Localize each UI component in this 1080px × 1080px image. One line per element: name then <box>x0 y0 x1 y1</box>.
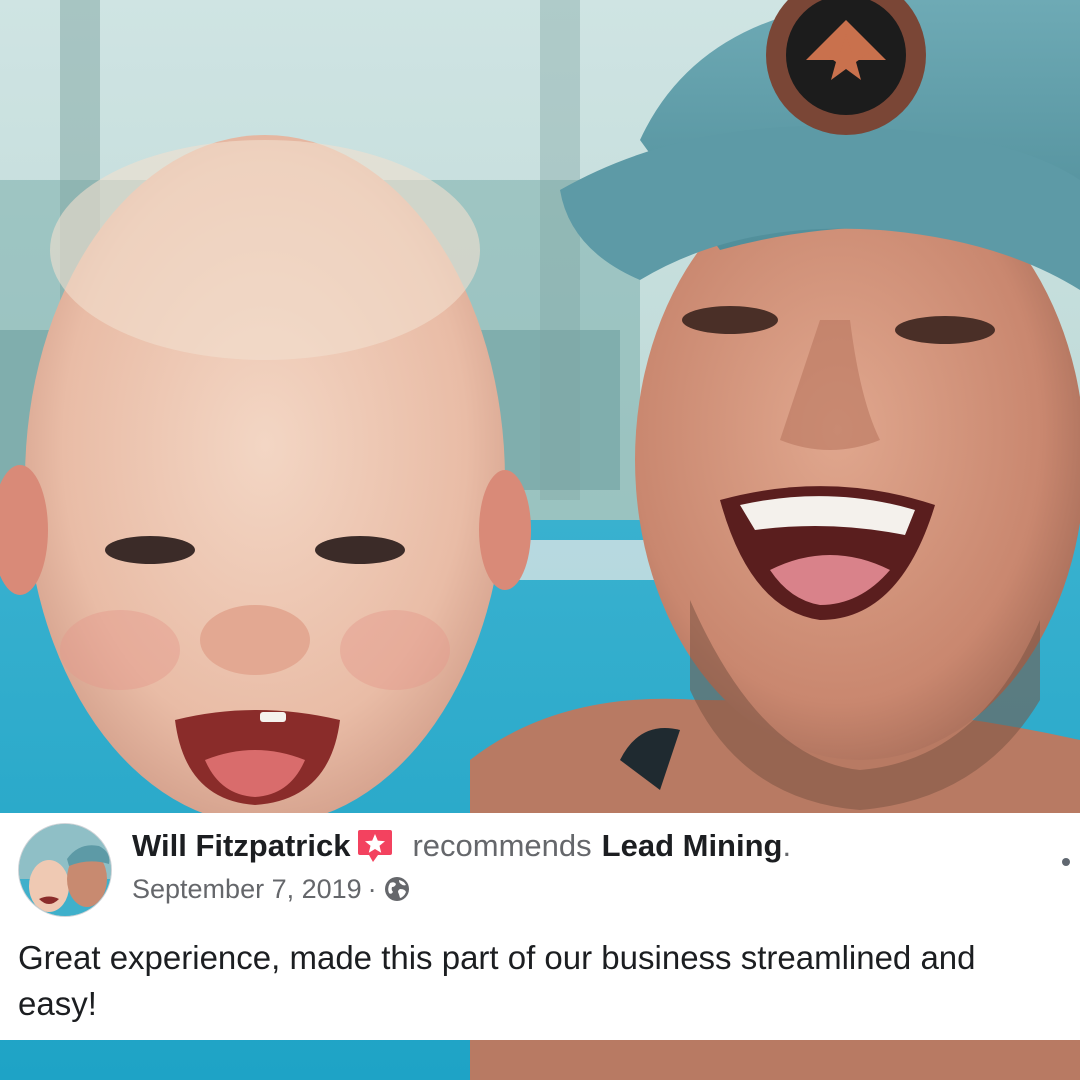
author-avatar[interactable] <box>18 823 112 917</box>
review-body: Great experience, made this part of our … <box>18 939 976 1022</box>
more-options-icon[interactable] <box>1058 850 1080 874</box>
recommends-verb: recommends <box>412 828 592 863</box>
meta-separator: · <box>367 873 377 904</box>
globe-icon[interactable] <box>383 875 411 903</box>
recommend-star-icon <box>356 827 394 865</box>
trailing-period: . <box>782 828 792 863</box>
author-name[interactable]: Will Fitzpatrick <box>132 828 350 864</box>
review-header: Will Fitzpatrick recommends Lead Mining … <box>132 826 791 866</box>
page-name-link[interactable]: Lead Mining <box>602 828 783 864</box>
review-date[interactable]: September 7, 2019 <box>132 874 362 905</box>
review-meta: September 7, 2019 · <box>132 870 411 908</box>
